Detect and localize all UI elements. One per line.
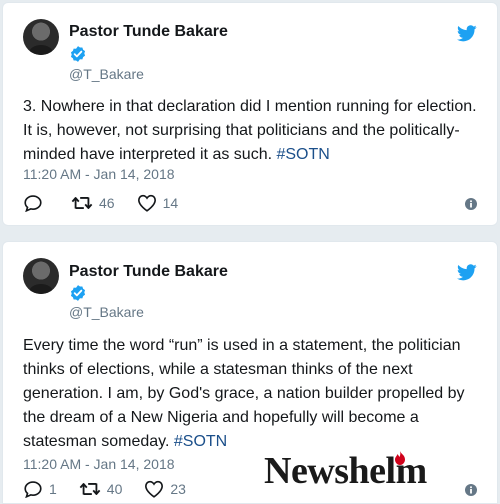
flame-icon xyxy=(395,451,405,465)
author-name[interactable]: Pastor Tunde Bakare xyxy=(69,263,228,281)
avatar[interactable] xyxy=(23,19,59,55)
retweet-icon xyxy=(71,197,93,209)
reply-icon xyxy=(24,195,42,212)
newshelm-watermark-logo: Newshelm xyxy=(264,449,450,493)
tweet-actions: 46 14 xyxy=(23,192,200,214)
tweet-actions: 1 40 23 xyxy=(23,478,208,500)
tweet-timestamp[interactable]: 11:20 AM - Jan 14, 2018 xyxy=(23,456,175,472)
reply-count: 1 xyxy=(49,481,57,497)
author-name[interactable]: Pastor Tunde Bakare xyxy=(69,23,228,41)
retweet-icon xyxy=(79,483,101,495)
like-button[interactable]: 23 xyxy=(144,480,186,498)
tweet-text: Every time the word “run” is used in a s… xyxy=(23,334,493,454)
info-icon[interactable] xyxy=(465,198,477,210)
like-icon xyxy=(145,480,164,498)
retweet-count: 40 xyxy=(106,481,123,497)
tweet-card: Pastor Tunde Bakare @T_Bakare 3. Nowhere… xyxy=(2,2,498,226)
author-handle[interactable]: @T_Bakare xyxy=(69,66,144,82)
reply-button[interactable] xyxy=(23,194,49,212)
like-count: 23 xyxy=(170,481,186,497)
like-count: 14 xyxy=(162,195,179,211)
retweet-count: 46 xyxy=(99,195,115,211)
twitter-bird-icon[interactable] xyxy=(457,264,477,281)
hashtag-link[interactable]: #SOTN xyxy=(276,146,329,163)
retweet-button[interactable]: 40 xyxy=(79,481,123,497)
tweet-text-body: 3. Nowhere in that declaration did I men… xyxy=(23,98,477,163)
author-handle[interactable]: @T_Bakare xyxy=(69,304,144,320)
verified-badge-icon xyxy=(70,46,86,62)
tweet-timestamp[interactable]: 11:20 AM - Jan 14, 2018 xyxy=(23,166,175,182)
twitter-bird-icon[interactable] xyxy=(457,25,477,42)
tweet-text: 3. Nowhere in that declaration did I men… xyxy=(23,95,493,167)
reply-button[interactable]: 1 xyxy=(23,480,57,498)
info-icon[interactable] xyxy=(465,484,477,496)
tweet-text-body: Every time the word “run” is used in a s… xyxy=(23,337,465,450)
reply-icon xyxy=(24,481,42,498)
verified-badge-icon xyxy=(70,285,86,301)
hashtag-link[interactable]: #SOTN xyxy=(174,433,227,450)
like-button[interactable]: 14 xyxy=(137,194,179,212)
like-icon xyxy=(137,194,156,212)
retweet-button[interactable]: 46 xyxy=(71,195,115,211)
avatar[interactable] xyxy=(23,258,59,294)
